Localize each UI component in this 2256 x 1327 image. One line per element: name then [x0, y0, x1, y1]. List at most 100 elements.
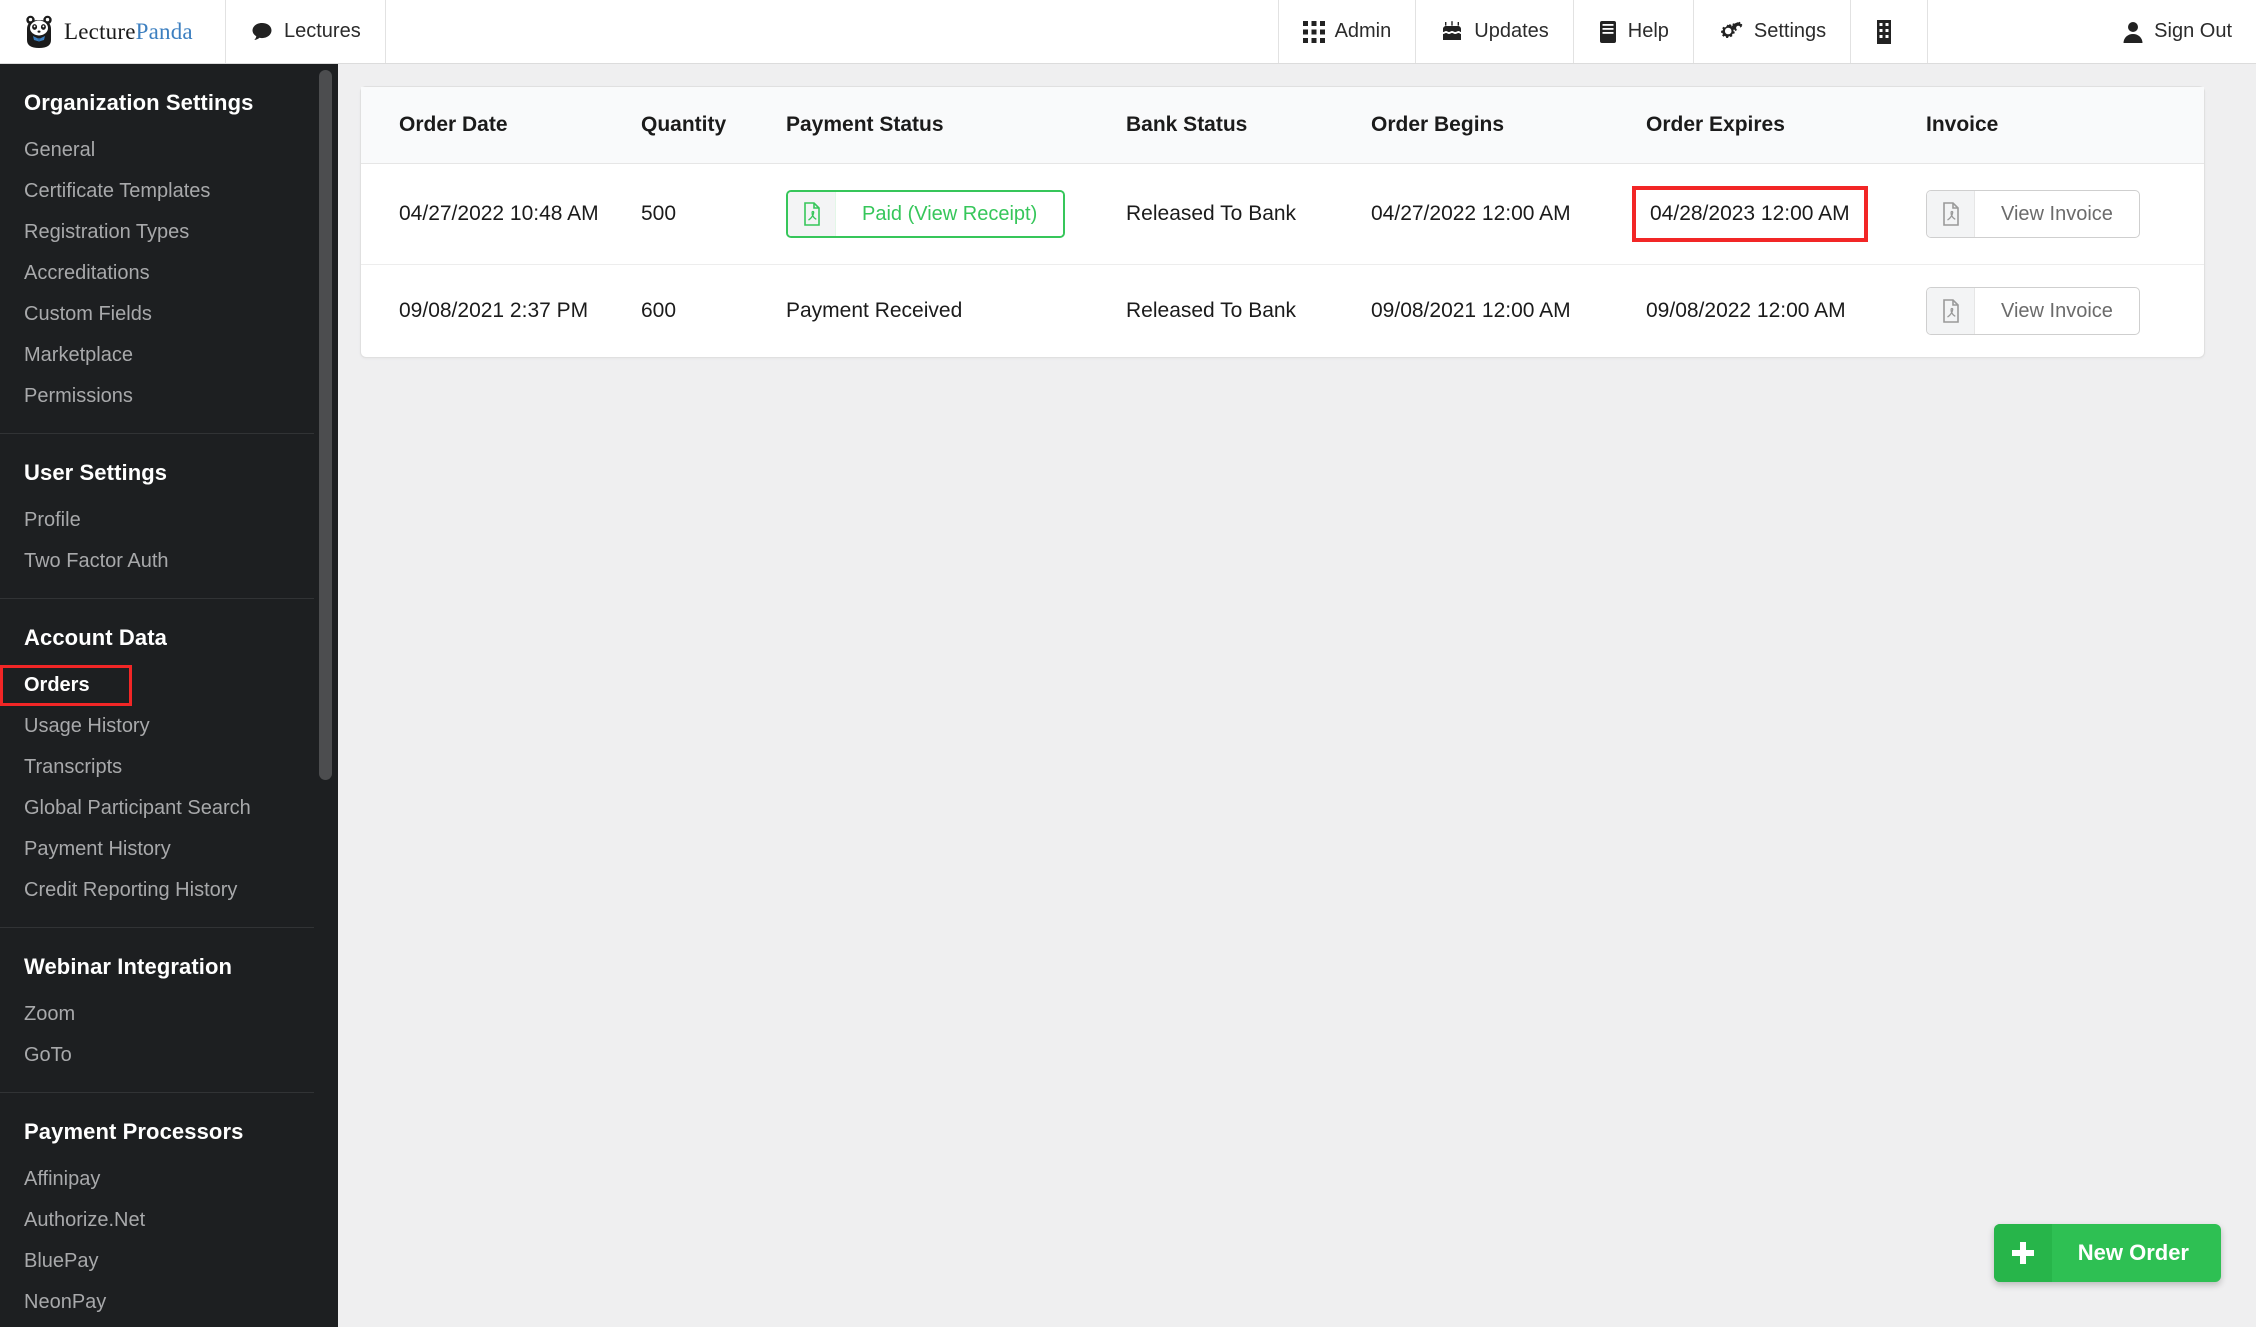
sidebar-item-general[interactable]: General [0, 130, 338, 171]
sidebar-item-affinipay[interactable]: Affinipay [0, 1159, 338, 1200]
sidebar-item-two-factor-auth[interactable]: Two Factor Auth [0, 541, 338, 582]
sidebar-section: Organization Settings General Certificate … [0, 64, 338, 434]
comment-icon [250, 20, 274, 44]
header-order-begins: Order Begins [1371, 87, 1646, 164]
sidebar-scrollbar-thumb[interactable] [319, 70, 332, 780]
order-expires-highlight: 04/28/2023 12:00 AM [1632, 186, 1868, 242]
view-invoice-label: View Invoice [2001, 299, 2113, 322]
sidebar-item-permissions[interactable]: Permissions [0, 376, 338, 417]
cell-payment-status: Paid (View Receipt) [786, 163, 1126, 265]
header-bank-status: Bank Status [1126, 87, 1371, 164]
cell-order-expires: 09/08/2022 12:00 AM [1646, 299, 1846, 322]
brand-word-panda: Panda [135, 18, 193, 44]
pdf-file-icon [1927, 288, 1975, 334]
nav-settings[interactable]: Settings [1694, 0, 1852, 63]
brand-wordmark: LecturePanda [64, 19, 193, 45]
panda-icon [26, 15, 52, 48]
order-expires-value: 04/28/2023 12:00 AM [1650, 202, 1850, 225]
nav-organization[interactable] [1851, 0, 1929, 63]
nav-help[interactable]: Help [1574, 0, 1694, 63]
sidebar-item-authorize-net[interactable]: Authorize.Net [0, 1200, 338, 1241]
view-invoice-button[interactable]: View Invoice [1926, 287, 2140, 335]
sidebar-section-title: Account Data [24, 625, 167, 650]
sidebar-item-zoom[interactable]: Zoom [0, 994, 338, 1035]
orders-card: Order Date Quantity Payment Status Bank … [360, 86, 2205, 358]
sidebar-item-certificate-templates[interactable]: Certificate Templates [0, 171, 338, 212]
orders-table-head: Order Date Quantity Payment Status Bank … [361, 87, 2204, 164]
sidebar-item-accreditations[interactable]: Accreditations [0, 253, 338, 294]
sidebar-item-bluepay[interactable]: BluePay [0, 1241, 338, 1282]
header-order-date: Order Date [361, 87, 641, 164]
sidebar-item-neonpay[interactable]: NeonPay [0, 1282, 338, 1323]
cell-invoice: View Invoice [1926, 265, 2204, 358]
sidebar-item-custom-fields[interactable]: Custom Fields [0, 294, 338, 335]
sidebar-section: User Settings Profile Two Factor Auth [0, 434, 338, 599]
cake-icon [1440, 20, 1464, 44]
cell-bank-status: Released To Bank [1126, 299, 1297, 322]
cell-quantity: 500 [641, 163, 786, 265]
sidebar-item-orders[interactable]: Orders [0, 665, 132, 706]
cell-payment-status: Payment Received [786, 265, 1126, 358]
view-receipt-label: Paid (View Receipt) [836, 192, 1064, 236]
new-order-button[interactable]: New Order [1993, 1224, 2221, 1282]
brand-word-lecture: Lecture [64, 18, 136, 44]
sidebar-item-global-participant-search[interactable]: Global Participant Search [0, 788, 338, 829]
view-invoice-button[interactable]: View Invoice [1926, 190, 2140, 238]
plus-icon [1993, 1224, 2052, 1282]
cell-order-date: 04/27/2022 10:48 AM [361, 163, 641, 265]
brand-logo[interactable]: LecturePanda [0, 0, 226, 63]
nav-admin[interactable]: Admin [1279, 0, 1417, 63]
user-icon [2122, 20, 2144, 44]
pdf-file-icon [788, 192, 836, 236]
sidebar-section: Payment Processors Affinipay Authorize.Net… [0, 1093, 338, 1327]
table-row: 04/27/2022 10:48 AM 500 Paid (View Receipt… [361, 163, 2204, 265]
nav-sign-out[interactable]: Sign Out [2098, 0, 2256, 63]
nav-lectures-label: Lectures [284, 20, 361, 42]
pdf-file-icon [1927, 191, 1975, 237]
sidebar-item-credit-reporting-history[interactable]: Credit Reporting History [0, 870, 338, 911]
nav-spacer [386, 0, 1279, 63]
sidebar-section-title: Webinar Integration [24, 954, 233, 979]
nav-sign-out-label: Sign Out [2154, 20, 2232, 42]
header-invoice: Invoice [1926, 87, 2204, 164]
building-icon [1875, 19, 1893, 44]
payment-status-text: Payment Received [786, 299, 963, 322]
sidebar-item-registration-types[interactable]: Registration Types [0, 212, 338, 253]
nav-help-label: Help [1627, 20, 1669, 42]
cell-invoice: View Invoice [1926, 163, 2204, 265]
sidebar-item-usage-history[interactable]: Usage History [0, 706, 338, 747]
header-payment-status: Payment Status [786, 87, 1126, 164]
cell-order-begins: 04/27/2022 12:00 AM [1371, 163, 1646, 265]
sidebar-section-title: Payment Processors [24, 1119, 244, 1144]
main-content: Order Date Quantity Payment Status Bank … [338, 64, 2256, 1327]
cell-order-begins: 09/08/2021 12:00 AM [1371, 299, 1571, 322]
view-receipt-button[interactable]: Paid (View Receipt) [786, 190, 1066, 238]
sidebar-item-paypal[interactable]: PayPal [0, 1323, 338, 1327]
sidebar-item-payment-history[interactable]: Payment History [0, 829, 338, 870]
sidebar-item-marketplace[interactable]: Marketplace [0, 335, 338, 376]
sidebar-item-goto[interactable]: GoTo [0, 1035, 338, 1076]
nav-gap [1928, 0, 2098, 63]
orders-table-body: 04/27/2022 10:48 AM 500 Paid (View Receipt… [361, 163, 2204, 358]
cell-quantity: 600 [641, 299, 677, 322]
sidebar-item-transcripts[interactable]: Transcripts [0, 747, 338, 788]
sidebar: Organization Settings General Certificate … [0, 64, 338, 1327]
grid-icon [1302, 20, 1325, 43]
view-invoice-label: View Invoice [2001, 202, 2113, 225]
top-navigation-bar: LecturePanda Lectures Admin Updates Help… [0, 0, 2256, 64]
nav-updates[interactable]: Updates [1416, 0, 1574, 63]
header-quantity: Quantity [641, 87, 786, 164]
cell-order-date: 09/08/2021 2:37 PM [399, 299, 589, 322]
nav-admin-label: Admin [1334, 20, 1392, 42]
new-order-label: New Order [2077, 1240, 2189, 1265]
orders-header-row: Order Date Quantity Payment Status Bank … [361, 87, 2204, 164]
sidebar-section-title: User Settings [24, 460, 168, 485]
cell-bank-status: Released To Bank [1126, 163, 1371, 265]
sidebar-section-title: Organization Settings [24, 90, 254, 115]
nav-lectures[interactable]: Lectures [226, 0, 386, 63]
sidebar-item-profile[interactable]: Profile [0, 500, 338, 541]
sidebar-scrollbar[interactable] [314, 64, 338, 1327]
cell-order-expires: 04/28/2023 12:00 AM [1632, 163, 1926, 265]
book-icon [1598, 20, 1618, 44]
sidebar-section: Webinar Integration Zoom GoTo [0, 928, 338, 1093]
